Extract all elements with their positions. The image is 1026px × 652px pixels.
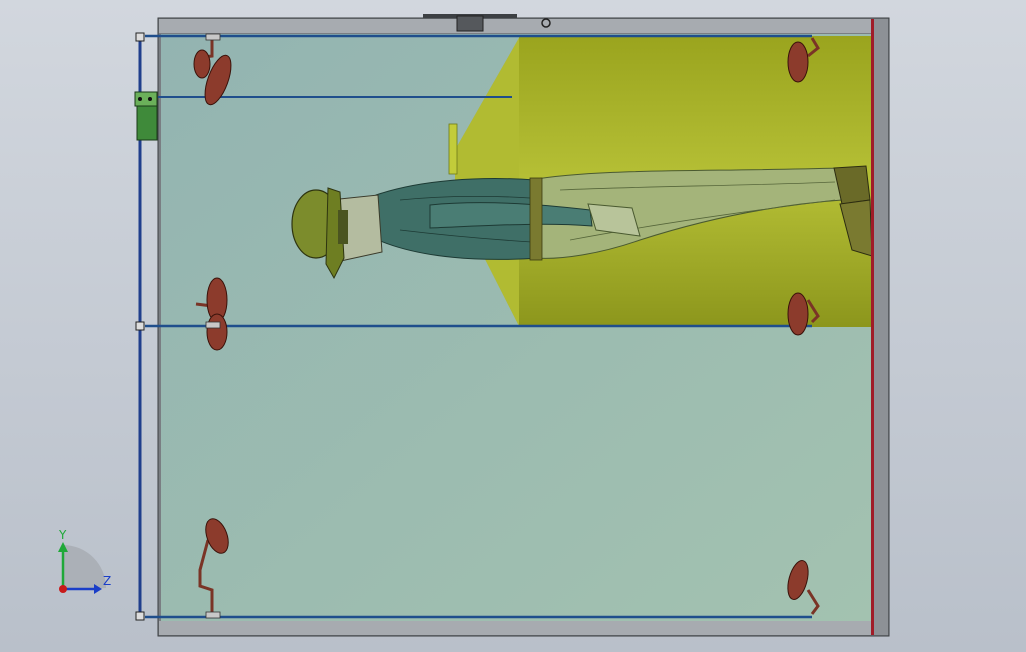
enclosure-frame-right-band [872, 19, 888, 635]
bolt-icon [135, 611, 145, 621]
hopper-collar[interactable] [448, 123, 458, 175]
triad-z-label: Z [103, 574, 112, 588]
worker-visor [338, 210, 348, 244]
enclosure-frame-top-band [159, 19, 888, 33]
bolt-icon [135, 321, 145, 331]
door-seal-red-edge [871, 19, 874, 635]
worker-belt [529, 177, 543, 261]
top-latch-block[interactable] [456, 15, 484, 32]
coordinate-triad[interactable] [58, 542, 106, 594]
enclosure-frame-bottom-band [159, 621, 888, 635]
cad-graphics-viewport[interactable]: Y Z [0, 0, 1026, 652]
assembly-view[interactable] [0, 0, 1026, 652]
bolt-icon [135, 32, 145, 42]
motor-icon[interactable] [134, 91, 158, 141]
triad-y-label: Y [59, 528, 67, 542]
